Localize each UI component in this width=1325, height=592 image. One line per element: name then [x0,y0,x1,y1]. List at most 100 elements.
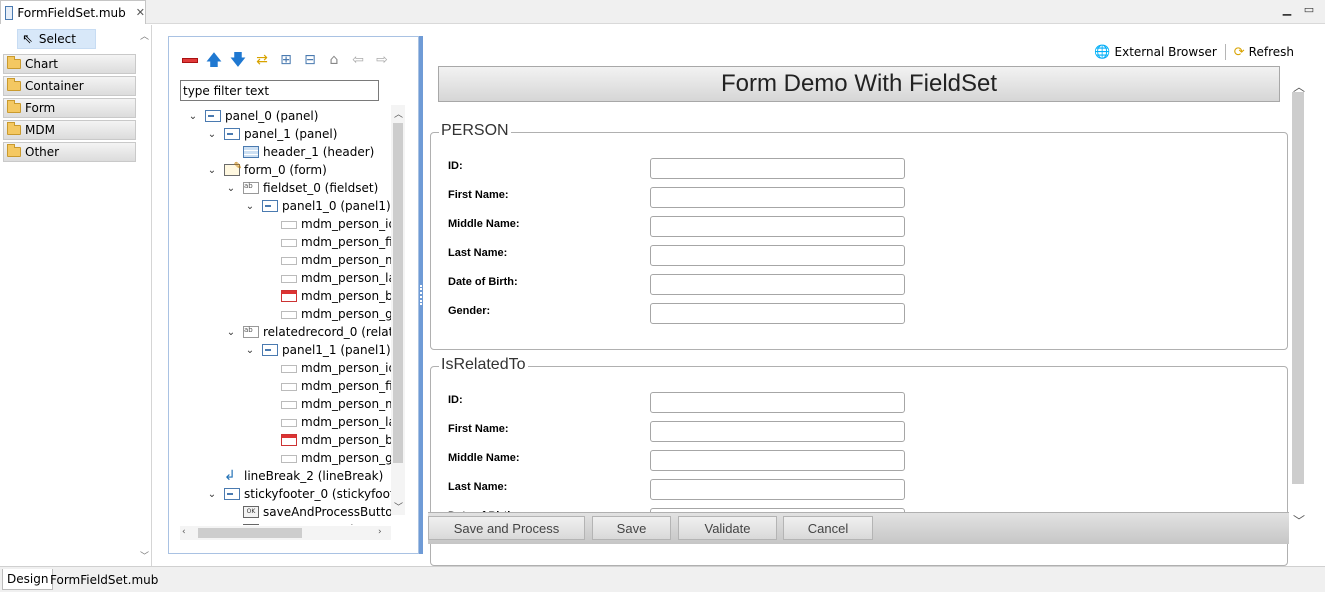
tree-item[interactable]: mdm_person_mi [263,395,391,413]
sticky-footer: Save and Process Save Validate Cancel [428,512,1289,544]
field-input[interactable] [650,216,905,237]
validate-button[interactable]: Validate [678,516,777,540]
expand-all-icon[interactable]: ⊞ [277,51,295,69]
textfield-icon [281,257,297,265]
tab-source[interactable]: FormFieldSet.mub [46,569,162,590]
splitter-grip[interactable] [420,285,422,305]
tree-item[interactable]: mdm_person_firs [263,377,391,395]
tree-item[interactable]: mdm_person_ger [263,449,391,467]
scroll-up-arrow-icon[interactable]: ︿ [140,29,149,42]
sync-icon[interactable]: ⇄ [253,51,271,69]
tree-item[interactable]: mdm_person_firs [263,233,391,251]
field-input[interactable] [650,187,905,208]
tree-vertical-thumb[interactable] [393,123,403,463]
tree-item-label: mdm_person_id_ [301,361,391,375]
form-header: Form Demo With FieldSet [438,66,1280,102]
field-input[interactable] [650,421,905,442]
tree-item[interactable]: ⌄ form_0 (form) [206,161,327,179]
globe-icon: 🌐 [1094,44,1111,60]
field-label: ID: [448,394,463,406]
move-up-icon[interactable]: 🡅 [205,51,223,69]
chevron-down-icon[interactable]: ⌄ [244,345,256,356]
tree-item[interactable]: mdm_person_id_ [263,359,391,377]
field-input[interactable] [650,479,905,500]
palette-category-container[interactable]: Container [3,76,136,96]
textfield-icon [281,383,297,391]
chevron-down-icon[interactable]: ⌄ [244,201,256,212]
select-tool[interactable]: ⇖ Select [17,29,96,49]
chevron-down-icon[interactable]: ⌄ [206,129,218,140]
delete-icon[interactable] [181,51,199,69]
tree-item[interactable]: ⌄ stickyfooter_0 (stickyfooter) [206,485,391,503]
button-icon: OK [243,506,259,518]
tree-item[interactable]: mdm_person_las [263,413,391,431]
tree-item-label: panel1_0 (panel1) [282,199,391,213]
scroll-down-arrow-icon[interactable]: ﹀ [394,500,403,513]
scroll-down-arrow-icon[interactable]: ﹀ [140,549,149,562]
chevron-down-icon[interactable]: ⌄ [206,489,218,500]
field-input[interactable] [650,158,905,179]
back-arrow-icon[interactable]: ⇦ [349,51,367,69]
chevron-down-icon[interactable]: ⌄ [187,111,199,122]
editor-tab[interactable]: FormFieldSet.mub ✕ [0,0,146,24]
field-input[interactable] [650,245,905,266]
link-separator [1224,44,1226,60]
tree-item[interactable]: mdm_person_mi [263,251,391,269]
scroll-right-arrow-icon[interactable]: › [378,527,382,537]
preview-vertical-scrollbar[interactable]: ︿ ﹀ [1290,64,1306,534]
field-input[interactable] [650,274,905,295]
maximize-icon[interactable]: ▭ [1303,4,1315,16]
filter-input[interactable] [180,80,379,101]
tree-item[interactable]: ↲ lineBreak_2 (lineBreak) [206,467,383,485]
cancel-button[interactable]: Cancel [783,516,873,540]
forward-arrow-icon[interactable]: ⇨ [373,51,391,69]
palette-category-label: Form [25,101,56,115]
tree-item[interactable]: ⌄ panel_1 (panel) [206,125,338,143]
tree-item[interactable]: mdm_person_bir [263,287,391,305]
tree-item[interactable]: mdm_person_ger [263,305,391,323]
tree-item[interactable]: ⌄ panel1_0 (panel1) [244,197,391,215]
palette-category-chart[interactable]: Chart [3,54,136,74]
close-tab-icon[interactable]: ✕ [136,6,145,19]
tree-vertical-scrollbar[interactable]: ︿ ﹀ [391,105,405,515]
palette-category-other[interactable]: Other [3,142,136,162]
scroll-down-arrow-icon[interactable]: ﹀ [1293,512,1305,529]
chevron-down-icon[interactable]: ⌄ [206,165,218,176]
tree-item[interactable]: OK saveAndProcessButton_( [225,503,391,521]
tree-item-label: mdm_person_ger [301,307,391,321]
chevron-down-icon[interactable]: ⌄ [225,327,237,338]
home-icon[interactable]: ⌂ [325,51,343,69]
panel-icon [262,344,278,356]
minimize-icon[interactable]: ▁ [1281,4,1293,16]
tree-item[interactable]: ⌄ panel1_1 (panel1) [244,341,391,359]
field-input[interactable] [650,303,905,324]
refresh-link[interactable]: ⟳ Refresh [1234,45,1294,60]
collapse-all-icon[interactable]: ⊟ [301,51,319,69]
tree-item[interactable]: ⌄ ab relatedrecord_0 (relatedr [225,323,391,341]
field-input[interactable] [650,450,905,471]
save-and-process-button[interactable]: Save and Process [428,516,585,540]
palette-category-form[interactable]: Form [3,98,136,118]
tree-item[interactable]: ⌄ panel_0 (panel) [187,107,319,125]
tree-item[interactable]: mdm_person_bir [263,431,391,449]
save-button[interactable]: Save [592,516,671,540]
tree-horizontal-thumb[interactable] [198,528,302,538]
palette-category-mdm[interactable]: MDM [3,120,136,140]
external-browser-link[interactable]: 🌐 External Browser [1094,45,1216,60]
folder-icon [7,78,21,91]
tree-item[interactable]: ⌄ ab fieldset_0 (fieldset) [225,179,378,197]
tree-item[interactable]: header_1 (header) [225,143,374,161]
tree-item[interactable]: mdm_person_id_ [263,215,391,233]
tree-item[interactable]: OK saveButton_0 (saveButt [225,521,391,525]
palette-scrollbar[interactable]: ︿ ﹀ [137,27,151,564]
tree-horizontal-scrollbar[interactable]: ‹ › [180,526,391,540]
scroll-up-arrow-icon[interactable]: ︿ [394,107,403,120]
chevron-down-icon[interactable]: ⌄ [225,183,237,194]
field-input[interactable] [650,392,905,413]
preview-vertical-thumb[interactable] [1292,92,1304,484]
tree-item-label: saveButton_0 (saveButt [263,523,391,525]
scroll-left-arrow-icon[interactable]: ‹ [182,527,186,537]
field-label: First Name: [448,423,509,435]
tree-item[interactable]: mdm_person_las [263,269,391,287]
move-down-icon[interactable]: 🡇 [229,51,247,69]
